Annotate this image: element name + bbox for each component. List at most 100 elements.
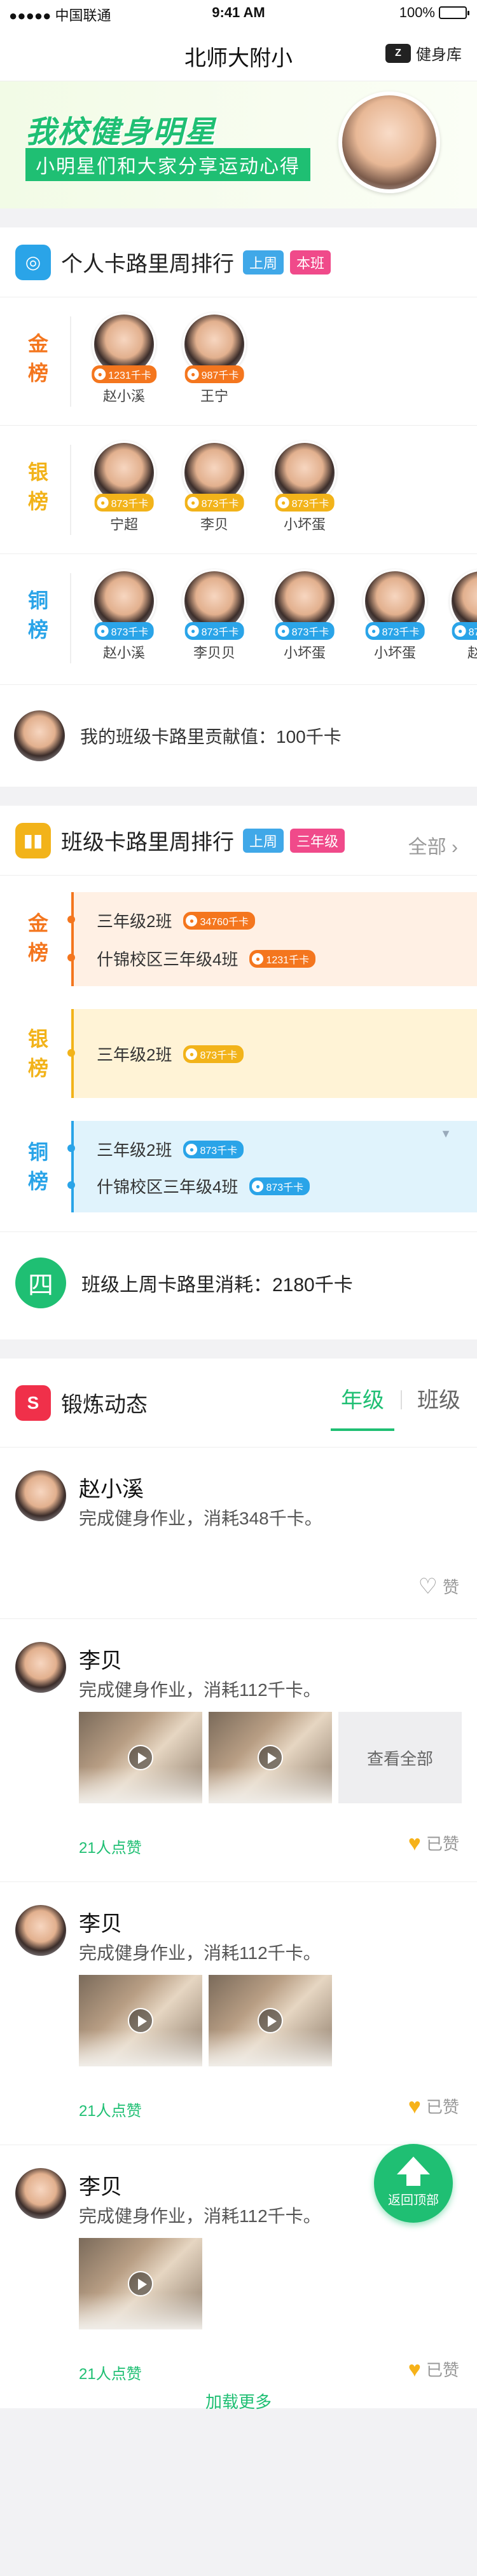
kcal-badge: ●873千卡 bbox=[184, 494, 244, 512]
personal-gold-tier: 金榜 ● 1231千卡 赵小溪 ● 987千卡 王宁 bbox=[0, 297, 477, 426]
post-text: 完成健身作业，消耗112千卡。 bbox=[79, 1943, 321, 1963]
avatar bbox=[14, 710, 65, 761]
video-thumbnail[interactable] bbox=[209, 1975, 332, 2066]
member-name: 王宁 bbox=[200, 388, 228, 404]
chip-grade[interactable]: 三年级 bbox=[290, 828, 345, 853]
class-name: 三年级2班 bbox=[97, 1141, 172, 1160]
like-button[interactable]: ♥ 已赞 bbox=[408, 2357, 459, 2381]
like-count[interactable]: 21人点赞 bbox=[79, 1835, 142, 1857]
member-card[interactable]: ● 873千卡 小坏蛋 bbox=[270, 441, 340, 534]
like-button[interactable]: ♡ 赞 bbox=[418, 1575, 460, 1598]
avatar[interactable] bbox=[15, 1642, 66, 1693]
like-button[interactable]: ♥ 已赞 bbox=[408, 1831, 459, 1855]
member-card[interactable]: ● 1231千卡 赵小溪 bbox=[89, 313, 159, 405]
tab-class[interactable]: 班级 bbox=[401, 1380, 477, 1431]
personal-silver-tier: 银榜 ● 873千卡 宁超 ● 873千卡 李贝 ● 873千卡 小坏蛋 bbox=[0, 426, 477, 554]
avatar: ●873千卡 bbox=[183, 441, 246, 512]
gym-library-button[interactable]: Z 健身库 bbox=[385, 42, 462, 64]
avatar[interactable] bbox=[15, 1470, 66, 1521]
gym-library-icon: Z bbox=[385, 43, 411, 63]
chip-this-class[interactable]: 本班 bbox=[290, 250, 331, 275]
post-author[interactable]: 李贝 bbox=[79, 1906, 122, 1937]
member-name: 李贝贝 bbox=[193, 645, 235, 661]
member-card[interactable]: ● 987千卡 王宁 bbox=[179, 313, 249, 405]
silver-tier-label: 银榜 bbox=[27, 461, 48, 513]
class-name: 什锦校区三年级4班 bbox=[97, 950, 238, 969]
kcal-badge: ●873千卡 bbox=[183, 1045, 244, 1063]
flame-icon: ● bbox=[186, 1143, 198, 1155]
star-banner[interactable]: 我校健身明星 小明星们和大家分享运动心得 bbox=[0, 81, 477, 208]
class-row[interactable]: 三年级2班 ● 873千卡 bbox=[97, 1137, 244, 1161]
avatar[interactable] bbox=[15, 2168, 66, 2219]
video-thumbnail[interactable] bbox=[79, 2238, 202, 2329]
flame-icon: ● bbox=[186, 1048, 198, 1060]
video-thumbnail[interactable] bbox=[209, 1712, 332, 1803]
like-label: 已赞 bbox=[425, 2361, 459, 2380]
banner-avatar bbox=[338, 92, 440, 193]
activity-tabs: 年级 班级 bbox=[324, 1380, 477, 1431]
class-ranking-card: ▮▮ 班级卡路里周排行 上周 三年级 全部 › 金榜 三年级2班 ● 34760千… bbox=[0, 806, 477, 1339]
load-more-button[interactable]: 加载更多 bbox=[0, 2389, 477, 2413]
kcal-badge: ●873千卡 bbox=[275, 622, 335, 640]
kcal-badge: ●873千卡 bbox=[275, 494, 335, 512]
chip-last-week[interactable]: 上周 bbox=[243, 250, 284, 275]
member-card[interactable]: ● 873千卡 李贝 bbox=[179, 441, 249, 534]
video-thumbnail[interactable] bbox=[79, 1975, 202, 2066]
personal-ranking-title: 个人卡路里周排行 bbox=[61, 252, 234, 276]
member-card[interactable]: ●873千卡 赵小 bbox=[446, 569, 477, 662]
member-name: 赵小 bbox=[446, 642, 477, 662]
heart-filled-icon: ♥ bbox=[408, 2094, 421, 2118]
class-row[interactable]: 三年级2班 ● 873千卡 bbox=[97, 1042, 244, 1066]
banner-title: 我校健身明星 bbox=[25, 116, 217, 149]
gold-class-list: 三年级2班 ● 34760千卡 什锦校区三年级4班 ● 1231千卡 bbox=[67, 892, 477, 986]
class-row[interactable]: 什锦校区三年级4班 ● 1231千卡 bbox=[97, 947, 316, 970]
member-card[interactable]: ● 873千卡 小坏蛋 bbox=[270, 569, 340, 662]
gold-tier-label: 金榜 bbox=[27, 332, 48, 384]
heart-filled-icon: ♥ bbox=[408, 2357, 421, 2382]
play-icon bbox=[128, 2008, 153, 2033]
activity-title: 锻炼动态 bbox=[61, 1393, 148, 1417]
avatar: ●873千卡 bbox=[450, 569, 477, 640]
member-name: 小坏蛋 bbox=[283, 645, 326, 661]
view-all-link[interactable]: 全部 › bbox=[408, 831, 458, 859]
contribution-text: 我的班级卡路里贡献值：100千卡 bbox=[80, 727, 342, 747]
bronze-class-list: ▼ 三年级2班 ● 873千卡 什锦校区三年级4班 ● 873千卡 bbox=[67, 1121, 477, 1212]
class-row[interactable]: 三年级2班 ● 34760千卡 bbox=[97, 909, 255, 932]
nav-bar: 北师大附小 Z 健身库 bbox=[0, 25, 477, 81]
heart-outline-icon: ♡ bbox=[418, 1574, 438, 1599]
class-row[interactable]: 什锦校区三年级4班 ● 873千卡 bbox=[97, 1174, 310, 1198]
member-card[interactable]: ● 873千卡 赵小溪 bbox=[89, 569, 159, 662]
post-author[interactable]: 李贝 bbox=[79, 1643, 122, 1674]
member-card[interactable]: ● 873千卡 小坏蛋 bbox=[360, 569, 430, 662]
consumption-text: 班级上周卡路里消耗：2180千卡 bbox=[81, 1274, 353, 1296]
like-count[interactable]: 21人点赞 bbox=[79, 2361, 142, 2383]
chip-last-week[interactable]: 上周 bbox=[243, 828, 284, 853]
avatar[interactable] bbox=[15, 1905, 66, 1956]
member-card[interactable]: ● 873千卡 宁超 bbox=[89, 441, 159, 534]
like-button[interactable]: ♥ 已赞 bbox=[408, 2094, 459, 2118]
post-author[interactable]: 赵小溪 bbox=[79, 1472, 144, 1503]
member-card[interactable]: ● 873千卡 李贝贝 bbox=[179, 569, 249, 662]
member-name: 赵小溪 bbox=[102, 645, 145, 661]
flame-icon: ● bbox=[368, 625, 380, 637]
class-consumption-row: 四 班级上周卡路里消耗：2180千卡 bbox=[0, 1231, 477, 1333]
tab-grade[interactable]: 年级 bbox=[324, 1380, 401, 1431]
grade-rank-badge: 四 bbox=[15, 1257, 66, 1308]
flame-icon: ● bbox=[186, 914, 198, 926]
see-all-media-button[interactable]: 查看全部 bbox=[338, 1712, 462, 1803]
class-name: 三年级2班 bbox=[97, 1045, 172, 1064]
video-thumbnail[interactable] bbox=[79, 1712, 202, 1803]
avatar: ●873千卡 bbox=[363, 569, 427, 640]
class-silver-tier: 银榜 三年级2班 ● 873千卡 bbox=[0, 1009, 477, 1098]
silver-tier-label: 银榜 bbox=[27, 1027, 48, 1080]
avatar: ●873千卡 bbox=[183, 569, 246, 640]
expand-arrow-icon[interactable]: ▼ bbox=[440, 1127, 452, 1141]
class-gold-tier: 金榜 三年级2班 ● 34760千卡 什锦校区三年级4班 ● 1231千卡 bbox=[0, 892, 477, 986]
back-to-top-button[interactable]: 返回顶部 bbox=[374, 2144, 453, 2223]
kcal-badge: ●873千卡 bbox=[94, 622, 154, 640]
flame-icon: ● bbox=[187, 625, 199, 637]
like-count[interactable]: 21人点赞 bbox=[79, 2098, 142, 2120]
post-author[interactable]: 李贝 bbox=[79, 2169, 122, 2200]
kcal-badge: ● 34760千卡 bbox=[183, 911, 255, 930]
activity-post: 李贝 完成健身作业，消耗112千卡。 查看全部 21人点赞 ♥ 已赞 bbox=[0, 1619, 477, 1882]
